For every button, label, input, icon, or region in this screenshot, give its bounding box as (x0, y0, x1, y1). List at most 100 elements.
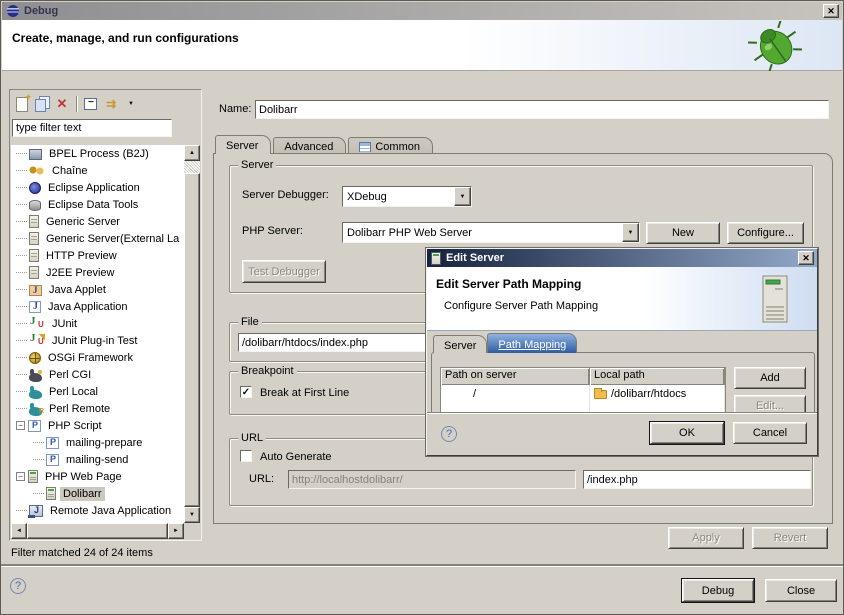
tree-item-perl-remote[interactable]: Perl Remote (11, 400, 184, 417)
scroll-down-button[interactable]: ▼ (184, 507, 200, 523)
server-icon (29, 215, 39, 228)
tree-item-label: Java Application (45, 300, 131, 314)
tree-item-label: mailing-send (63, 453, 131, 467)
tree-item-label: Chaîne (49, 164, 90, 178)
scroll-left-button[interactable]: ◄ (11, 523, 27, 539)
dropdown-arrow-icon[interactable]: ▼ (454, 187, 471, 206)
tree-item-label: PHP Script (45, 419, 105, 433)
close-button[interactable]: Close (765, 579, 837, 602)
tab-common[interactable]: Common (348, 137, 433, 154)
edit-server-close-button[interactable]: ✕ (798, 251, 814, 265)
tree-line (16, 357, 27, 358)
url-base-input (288, 470, 576, 489)
filter-input[interactable] (12, 119, 172, 137)
tree-item-java-applet[interactable]: Java Applet (11, 281, 184, 298)
filter-button[interactable]: ⇉ (101, 94, 121, 114)
cancel-button[interactable]: Cancel (733, 422, 807, 444)
tree-item-label: mailing-prepare (63, 436, 145, 450)
tree-item-bpel-process-b2j-[interactable]: BPEL Process (B2J) (11, 145, 184, 162)
tree-item-mailing-prepare[interactable]: mailing-prepare (11, 434, 184, 451)
dropdown-arrow-icon[interactable]: ▼ (622, 223, 639, 242)
server-icon (431, 252, 441, 265)
tree-line (16, 153, 27, 154)
tree-item-php-script[interactable]: − PHP Script (11, 417, 184, 434)
tree-line (16, 272, 27, 273)
edit-server-help-icon[interactable]: ? (441, 426, 457, 442)
scroll-right-button[interactable]: ► (168, 523, 184, 539)
tab-path-mapping[interactable]: Path Mapping (487, 333, 577, 353)
tree-item-label: JUnit (49, 317, 80, 331)
scroll-track[interactable] (184, 161, 200, 173)
tree-item-mailing-send[interactable]: mailing-send (11, 451, 184, 468)
tree-item-http-preview[interactable]: HTTP Preview (11, 247, 184, 264)
column-path-on-server[interactable]: Path on server (441, 368, 590, 385)
tree-item-remote-java-application[interactable]: Remote Java Application (11, 502, 184, 519)
scroll-thumb[interactable] (184, 173, 200, 507)
tab-server-settings[interactable]: Server (433, 335, 487, 353)
tab-advanced[interactable]: Advanced (273, 137, 346, 154)
tree-item-java-application[interactable]: Java Application (11, 298, 184, 315)
apply-button[interactable]: Apply (668, 527, 744, 549)
auto-generate-checkbox[interactable] (240, 450, 252, 462)
add-mapping-button[interactable]: Add (734, 367, 806, 389)
url-path-input[interactable] (583, 470, 811, 489)
break-first-line-checkbox[interactable]: ✓ (240, 386, 252, 398)
server-path-cell: / (441, 385, 590, 403)
configurations-sidebar: ✕ ⇉ ▼ BPEL Process (B2J) Chaîne Eclipse Ap… (9, 89, 202, 541)
tree-item-generic-server[interactable]: Generic Server (11, 213, 184, 230)
php-server-dropdown[interactable]: Dolibarr PHP Web Server ▼ (342, 222, 640, 243)
configure-server-button[interactable]: Configure... (727, 222, 804, 244)
tree-item-perl-cgi[interactable]: Perl CGI (11, 366, 184, 383)
tree-vertical-scrollbar[interactable]: ▲ ▼ (184, 145, 200, 523)
toolbar-menu-arrow[interactable]: ▼ (121, 94, 141, 114)
window-close-button[interactable]: ✕ (823, 4, 839, 18)
column-local-path[interactable]: Local path (590, 368, 725, 385)
php-icon (46, 454, 59, 466)
duplicate-configuration-button[interactable] (32, 94, 52, 114)
tree-item-osgi-framework[interactable]: OSGi Framework (11, 349, 184, 366)
ok-button[interactable]: OK (650, 422, 724, 444)
tree-line (16, 221, 27, 222)
path-mapping-row[interactable]: //dolibarr/htdocs (441, 385, 725, 403)
tree-item-label: Eclipse Application (45, 181, 143, 195)
tree-line (16, 323, 27, 324)
collapse-all-button[interactable] (81, 94, 101, 114)
tree-item-cha-ne[interactable]: Chaîne (11, 162, 184, 179)
new-server-button[interactable]: New (646, 222, 720, 244)
collapse-toggle-icon[interactable]: − (16, 421, 25, 430)
hscroll-thumb[interactable] (27, 523, 168, 539)
tree-item-eclipse-application[interactable]: Eclipse Application (11, 179, 184, 196)
tree-item-generic-server-external-la[interactable]: Generic Server(External La (11, 230, 184, 247)
tree-item-label: BPEL Process (B2J) (46, 147, 152, 161)
tree-item-label: Perl CGI (46, 368, 94, 382)
tree-item-label: Generic Server(External La (43, 232, 182, 246)
test-debugger-button[interactable]: Test Debugger (242, 260, 326, 283)
tree-item-dolibarr[interactable]: Dolibarr (11, 485, 184, 502)
tree-horizontal-scrollbar[interactable]: ◄ ► (11, 523, 184, 539)
collapse-toggle-icon[interactable]: − (16, 472, 25, 481)
server-debugger-dropdown[interactable]: XDebug ▼ (342, 186, 472, 207)
revert-button[interactable]: Revert (752, 527, 828, 549)
breakpoint-group-legend: Breakpoint (238, 365, 297, 377)
debug-bug-icon (748, 21, 802, 71)
tree-item-j2ee-preview[interactable]: J2EE Preview (11, 264, 184, 281)
debug-button[interactable]: Debug (682, 579, 754, 602)
url-label: URL: (249, 473, 274, 485)
edit-server-title-bar[interactable]: Edit Server ✕ (427, 249, 817, 267)
window-title-bar[interactable]: Debug ✕ (2, 2, 842, 20)
scroll-up-button[interactable]: ▲ (184, 145, 200, 161)
help-icon[interactable]: ? (10, 578, 26, 594)
name-input[interactable] (255, 100, 829, 119)
tree-item-perl-local[interactable]: Perl Local (11, 383, 184, 400)
auto-generate-label: Auto Generate (260, 451, 332, 463)
tab-server[interactable]: Server (215, 135, 271, 154)
tree-item-php-web-page[interactable]: −PHP Web Page (11, 468, 184, 485)
delete-configuration-button[interactable]: ✕ (52, 94, 72, 114)
tree-item-junit-plug-in-test[interactable]: JUnit Plug-in Test (11, 332, 184, 349)
tree-item-eclipse-data-tools[interactable]: Eclipse Data Tools (11, 196, 184, 213)
server-debugger-label: Server Debugger: (242, 189, 329, 201)
server-green-icon (28, 470, 38, 483)
applet-icon (29, 285, 42, 296)
new-configuration-button[interactable] (12, 94, 32, 114)
tree-item-junit[interactable]: JUnit (11, 315, 184, 332)
